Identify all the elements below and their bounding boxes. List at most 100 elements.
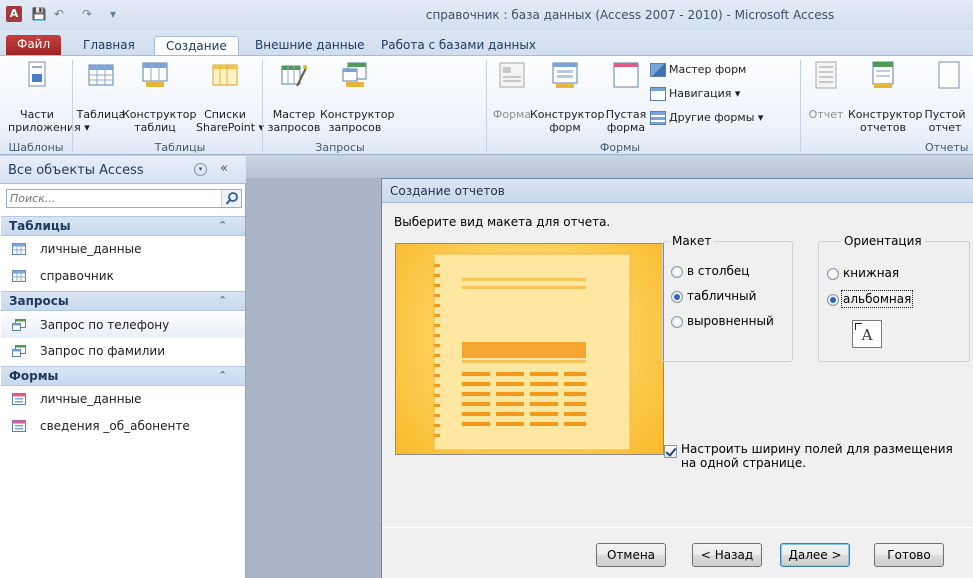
dialog-title-bar[interactable]: Создание отчетов (382, 179, 973, 203)
nav-item-table-personal-data[interactable]: личные_данные (1, 237, 245, 262)
collapse-group-icon[interactable]: ⌃ (218, 219, 227, 232)
next-button[interactable]: Далее > (780, 543, 850, 567)
title-bar: A 💾 ↶ ↷ ▾ справочник : база данных (Acce… (0, 0, 973, 30)
tab-external-data[interactable]: Внешние данные (244, 36, 375, 56)
group-label-templates: Шаблоны (8, 141, 64, 154)
group-label-forms: Формы (599, 141, 641, 154)
nav-item-form-personal-data[interactable]: личные_данные (1, 387, 245, 412)
collapse-pane-icon[interactable]: « (220, 161, 228, 176)
query-wizard-label: Мастер (272, 108, 316, 121)
nav-item-label: Запрос по фамилии (40, 344, 165, 358)
save-icon[interactable]: 💾 (30, 6, 48, 22)
tab-file[interactable]: Файл (6, 35, 62, 55)
search-input[interactable] (7, 190, 217, 207)
nav-item-label: справочник (40, 269, 114, 283)
radio-button[interactable] (827, 268, 839, 280)
radio-label[interactable]: выровненный (687, 314, 774, 328)
report-button[interactable]: Отчет (806, 58, 846, 138)
table-label: Таблица (76, 108, 126, 121)
query-wizard-button[interactable]: Мастер запросов (266, 58, 322, 138)
group-separator (486, 60, 487, 152)
dialog-divider (382, 527, 973, 528)
more-forms-button[interactable]: Другие формы ▾ (650, 110, 763, 126)
report-design-label: Конструктор (848, 108, 923, 121)
report-wizard-dialog: Создание отчетов Выберите вид макета для… (381, 178, 973, 578)
document-tab-strip (246, 156, 973, 178)
query-design-button[interactable]: Конструктор запросов (320, 58, 394, 138)
fit-fields-label[interactable]: Настроить ширину полей для размещения на… (681, 442, 963, 470)
radio-label[interactable]: табличный (687, 289, 756, 303)
finish-button[interactable]: Готово (874, 543, 944, 567)
sharepoint-lists-button[interactable]: Списки SharePoint ▾ (196, 58, 264, 138)
search-button[interactable] (221, 190, 241, 207)
nav-item-label: Запрос по телефону (40, 318, 170, 332)
blank-form-label: Пустая (605, 108, 647, 121)
group-separator (262, 60, 263, 152)
form-wizard-button[interactable]: Мастер форм (650, 62, 746, 78)
nav-group-tables[interactable]: Таблицы ⌃ (1, 216, 245, 236)
back-button[interactable]: < Назад (692, 543, 762, 567)
navigation-pane: Все объекты Access ▾ « Таблицы ⌃ личные_… (0, 156, 246, 578)
nav-item-label: личные_данные (40, 242, 142, 256)
cancel-button[interactable]: Отмена (596, 543, 666, 567)
radio-label[interactable]: альбомная (840, 290, 914, 308)
access-logo-icon[interactable]: A (6, 6, 22, 22)
table-icon (88, 64, 114, 86)
report-icon (815, 61, 837, 89)
dialog-title: Создание отчетов (390, 184, 505, 198)
nav-item-table-directory[interactable]: справочник (1, 264, 245, 289)
nav-item-query-by-surname[interactable]: Запрос по фамилии (1, 339, 245, 364)
query-design-label-2: запросов (328, 121, 382, 134)
table-design-button[interactable]: Конструктор таблиц (122, 58, 197, 138)
table-icon (12, 270, 26, 282)
radio-button[interactable] (827, 294, 839, 306)
blank-form-label-2: форма (606, 121, 646, 134)
more-forms-icon (650, 111, 666, 125)
query-icon (12, 345, 26, 357)
query-design-icon (342, 62, 367, 87)
radio-label[interactable]: в столбец (687, 264, 749, 278)
radio-label[interactable]: книжная (843, 266, 899, 280)
form-design-label: Конструктор (530, 108, 605, 121)
collapse-group-icon[interactable]: ⌃ (218, 294, 227, 307)
app-parts-button[interactable]: Части приложения ▾ (8, 58, 90, 138)
undo-icon[interactable]: ↶ (50, 6, 68, 22)
nav-pane-title[interactable]: Все объекты Access (8, 163, 144, 178)
navigation-button[interactable]: Навигация ▾ (650, 86, 740, 102)
form-design-button[interactable]: Конструктор форм (530, 58, 605, 138)
radio-button[interactable] (671, 266, 683, 278)
form-icon (12, 420, 26, 432)
blank-report-label-2: отчет (928, 121, 962, 134)
fit-fields-checkbox[interactable] (664, 445, 677, 458)
nav-item-label: сведения _об_абоненте (40, 419, 190, 433)
dialog-prompt: Выберите вид макета для отчета. (394, 215, 611, 229)
form-label: Форма (492, 108, 532, 121)
nav-item-form-subscriber-info[interactable]: сведения _об_абоненте (1, 414, 245, 439)
report-design-button[interactable]: Конструктор отчетов (848, 58, 923, 138)
nav-group-queries[interactable]: Запросы ⌃ (1, 291, 245, 311)
radio-button[interactable] (671, 316, 683, 328)
blank-form-button[interactable]: Пустая форма (604, 58, 648, 138)
table-icon (12, 243, 26, 255)
tabular-report-preview-image (433, 253, 631, 451)
group-separator (72, 60, 73, 152)
app-parts-icon (28, 61, 46, 87)
redo-icon[interactable]: ↷ (78, 6, 96, 22)
ribbon: Части приложения ▾ Шаблоны Таблица Конст… (0, 55, 973, 155)
blank-form-icon (613, 62, 639, 88)
tab-database-tools[interactable]: Работа с базами данных (370, 36, 547, 56)
table-button[interactable]: Таблица (76, 58, 126, 138)
table-design-label: Конструктор (122, 108, 197, 121)
form-button[interactable]: Форма (490, 58, 534, 138)
blank-report-button[interactable]: Пустой отчет (920, 58, 970, 138)
tab-home[interactable]: Главная (72, 36, 146, 56)
nav-group-forms[interactable]: Формы ⌃ (1, 366, 245, 386)
chevron-down-icon[interactable]: ▾ (194, 163, 207, 176)
collapse-group-icon[interactable]: ⌃ (218, 369, 227, 382)
nav-group-title: Запросы (9, 294, 69, 308)
nav-pane-header[interactable]: Все объекты Access ▾ « (0, 156, 246, 184)
nav-item-query-by-phone[interactable]: Запрос по телефону (1, 313, 245, 338)
customize-qat-icon[interactable]: ▾ (104, 6, 122, 22)
radio-button[interactable] (671, 291, 683, 303)
form-wizard-icon (650, 63, 666, 77)
